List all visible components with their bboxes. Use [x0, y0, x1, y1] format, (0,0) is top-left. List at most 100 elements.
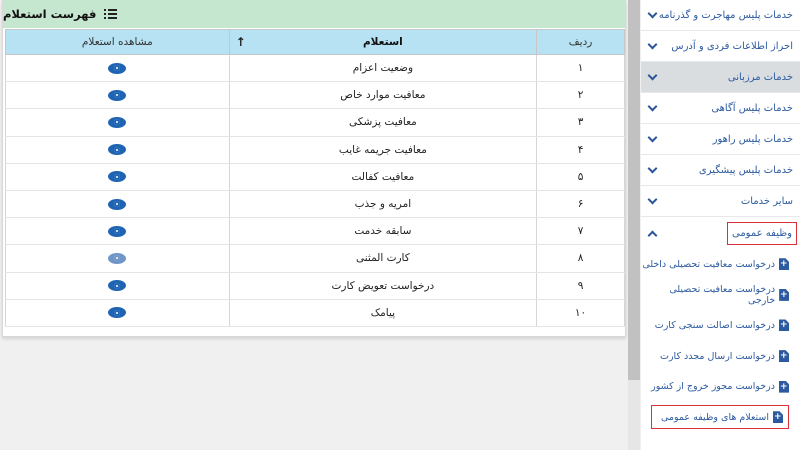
eye-icon[interactable] — [108, 198, 127, 210]
sub-item-domestic-exemption[interactable]: درخواست معافیت تحصیلی داخلی — [641, 249, 800, 280]
inquiry-name: امریه و جذب — [228, 190, 538, 219]
table-row: ۲ معافیت موارد خاص — [5, 81, 625, 110]
sidebar-item-prevention[interactable]: خدمات پلیس پیشگیری — [641, 155, 800, 186]
table-row: ۵ معافیت کفالت — [5, 163, 625, 191]
view-cell — [5, 163, 230, 191]
inquiry-name: سابقه خدمت — [228, 217, 538, 246]
add-document-icon — [779, 380, 789, 393]
sub-item-card-resend[interactable]: درخواست ارسال مجدد کارت — [641, 341, 800, 372]
view-cell — [5, 217, 230, 246]
sort-arrow-icon: ↑ — [235, 35, 246, 49]
add-document-icon — [779, 258, 789, 271]
sub-item-label: درخواست اصالت سنجی کارت — [654, 319, 775, 331]
chevron-down-icon — [647, 8, 658, 18]
add-document-icon — [779, 350, 789, 363]
table-row: ۱۰ پیامک — [5, 299, 625, 327]
chevron-down-icon — [647, 39, 658, 49]
sub-item-exit-permit[interactable]: درخواست مجوز خروج از کشور — [641, 371, 800, 402]
row-number: ۲ — [536, 81, 625, 110]
sub-item-label: درخواست معافیت تحصیلی خارجی — [669, 283, 776, 306]
eye-icon[interactable] — [108, 225, 127, 237]
inquiry-name: معافیت پزشکی — [228, 108, 538, 137]
sidebar-item-label: خدمات پلیس پیشگیری — [698, 164, 793, 176]
sidebar-item-border[interactable]: خدمات مرزبانی — [641, 62, 800, 93]
view-cell — [5, 81, 230, 110]
view-cell — [5, 299, 230, 327]
column-header-view[interactable]: مشاهده استعلام — [5, 29, 230, 55]
eye-icon[interactable] — [108, 171, 127, 183]
highlight-box: استعلام های وظیفه عمومی — [651, 405, 789, 430]
inquiry-name: معافیت جریمه غایب — [228, 136, 538, 164]
sidebar-item-label: وظیفه عمومی — [726, 221, 797, 245]
table-row: ۷ سابقه خدمت — [5, 217, 625, 246]
sub-item-label: درخواست مجوز خروج از کشور — [651, 381, 775, 393]
sidebar-item-label: سایر خدمات — [740, 195, 793, 207]
inquiry-name: درخواست تعویض کارت — [228, 272, 538, 300]
sub-item-label: استعلام های وظیفه عمومی — [661, 411, 769, 423]
table-row: ۶ امریه و جذب — [5, 190, 625, 219]
sub-item-label: درخواست ارسال مجدد کارت — [660, 350, 775, 362]
panel-header: فهرست استعلام — [3, 0, 625, 28]
sidebar-item-label: خدمات مرزبانی — [727, 71, 793, 83]
sub-item-label: درخواست معافیت تحصیلی داخلی — [642, 258, 775, 270]
sidebar-item-detective[interactable]: خدمات پلیس آگاهی — [641, 93, 800, 124]
add-document-icon — [779, 319, 789, 332]
sidebar-item-other[interactable]: سایر خدمات — [641, 186, 800, 217]
sidebar: خدمات پلیس مهاجرت و گذرنامه احراز اطلاعا… — [641, 0, 800, 450]
sidebar-item-label: احراز اطلاعات فردی و آدرس — [671, 40, 793, 52]
panel-title: فهرست استعلام — [3, 7, 97, 21]
view-cell — [5, 244, 230, 273]
sidebar-item-traffic[interactable]: خدمات پلیس راهور — [641, 124, 800, 155]
eye-icon[interactable] — [108, 116, 127, 128]
scrollbar-track[interactable] — [628, 380, 640, 450]
table-row: ۹ درخواست تعویض کارت — [5, 272, 625, 300]
table-row: ۸ کارت المثنی — [5, 244, 625, 273]
view-cell — [5, 108, 230, 137]
row-number: ۱۰ — [536, 299, 625, 327]
view-cell — [5, 272, 230, 300]
row-number: ۶ — [536, 190, 625, 219]
view-cell — [5, 190, 230, 219]
eye-icon[interactable] — [108, 307, 127, 319]
row-number: ۹ — [536, 272, 625, 300]
eye-icon[interactable] — [108, 62, 127, 74]
sidebar-item-identity[interactable]: احراز اطلاعات فردی و آدرس — [641, 31, 800, 62]
sidebar-item-military-service[interactable]: وظیفه عمومی — [641, 217, 800, 249]
chevron-up-icon — [647, 230, 658, 240]
sidebar-item-label: خدمات پلیس آگاهی — [711, 102, 793, 114]
scrollbar[interactable] — [628, 0, 640, 380]
eye-icon[interactable] — [108, 280, 127, 292]
eye-icon[interactable] — [108, 144, 127, 156]
column-header-inquiry[interactable]: استعلام ↑ — [228, 29, 538, 55]
row-number: ۸ — [536, 244, 625, 273]
inquiry-name: معافیت کفالت — [228, 163, 538, 191]
table-row: ۴ معافیت جریمه غایب — [5, 136, 625, 164]
inquiry-name: کارت المثنی — [228, 244, 538, 273]
column-header-inquiry-label: استعلام — [362, 36, 403, 48]
view-cell — [5, 54, 230, 83]
view-cell — [5, 136, 230, 164]
chevron-down-icon — [647, 70, 658, 80]
eye-icon[interactable] — [108, 252, 127, 264]
list-icon — [104, 9, 118, 19]
eye-icon[interactable] — [108, 89, 127, 101]
chevron-down-icon — [647, 132, 658, 142]
sub-item-service-inquiries[interactable]: استعلام های وظیفه عمومی — [641, 402, 789, 433]
chevron-down-icon — [647, 194, 658, 204]
column-header-row[interactable]: ردیف — [536, 29, 625, 55]
sidebar-item-label: خدمات پلیس مهاجرت و گذرنامه — [658, 9, 793, 21]
sub-item-foreign-exemption[interactable]: درخواست معافیت تحصیلی خارجی — [641, 280, 800, 311]
sidebar-item-immigration[interactable]: خدمات پلیس مهاجرت و گذرنامه — [641, 0, 800, 31]
inquiry-name: پیامک — [228, 299, 538, 327]
inquiry-name: وضعیت اعزام — [228, 54, 538, 83]
sub-item-card-verification[interactable]: درخواست اصالت سنجی کارت — [641, 310, 800, 341]
row-number: ۴ — [536, 136, 625, 164]
row-number: ۷ — [536, 217, 625, 246]
add-document-icon — [773, 411, 783, 424]
inquiry-table: ردیف استعلام ↑ مشاهده استعلام ۱ وضعیت اع… — [5, 29, 625, 327]
sidebar-item-label: خدمات پلیس راهور — [712, 133, 793, 145]
row-number: ۵ — [536, 163, 625, 191]
table-row: ۳ معافیت پزشکی — [5, 108, 625, 137]
row-number: ۳ — [536, 108, 625, 137]
chevron-down-icon — [647, 101, 658, 111]
